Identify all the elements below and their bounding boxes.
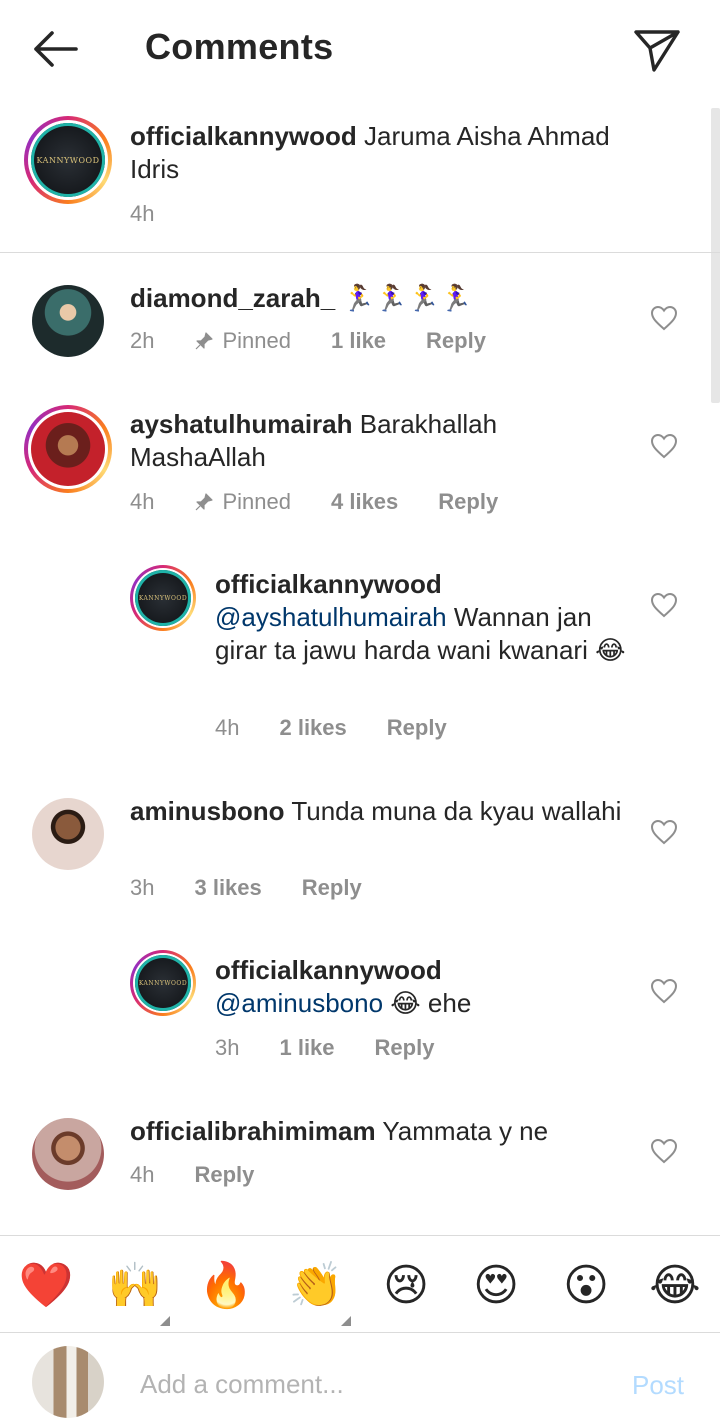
pin-icon — [196, 493, 214, 511]
reply-button[interactable]: Reply — [387, 715, 447, 741]
mention-link[interactable]: @aminusbono — [215, 988, 383, 1018]
heart-icon[interactable] — [650, 592, 678, 618]
mention-link[interactable]: @ayshatulhumairah — [215, 602, 447, 632]
timestamp: 4h — [215, 715, 240, 740]
likes-count[interactable]: 3 likes — [194, 875, 261, 901]
post-button[interactable]: Post — [632, 1370, 684, 1401]
current-user-avatar — [32, 1346, 104, 1418]
comment-body: 😂 ehe — [390, 988, 472, 1018]
username[interactable]: diamond_zarah_ — [130, 283, 335, 313]
pinned-label: Pinned — [194, 489, 291, 515]
avatar: KANNYWOOD — [31, 123, 105, 197]
fire-emoji-button[interactable]: 🔥 — [198, 1258, 254, 1314]
comment-body: 🏃‍♀️🏃‍♀️🏃‍♀️🏃‍♀️ — [342, 283, 472, 313]
username[interactable]: officialkannywood — [215, 568, 635, 601]
page-title: Comments — [145, 26, 334, 67]
avatar[interactable] — [32, 285, 104, 357]
reply-button[interactable]: Reply — [426, 328, 486, 354]
comment-item: officialibrahimimam Yammata y ne 4h Repl… — [0, 1090, 720, 1230]
username[interactable]: officialkannywood — [130, 121, 357, 151]
heart-emoji-button[interactable]: ❤️ — [18, 1258, 74, 1314]
likes-count[interactable]: 2 likes — [279, 715, 346, 741]
skin-tone-indicator — [341, 1316, 351, 1326]
comment-text: diamond_zarah_ 🏃‍♀️🏃‍♀️🏃‍♀️🏃‍♀️ — [130, 282, 630, 315]
story-ring[interactable]: KANNYWOOD — [24, 116, 112, 204]
likes-count[interactable]: 1 like — [279, 1035, 334, 1061]
raised-hands-emoji-button[interactable]: 🙌 — [107, 1258, 163, 1314]
kannywood-logo: KANNYWOOD — [36, 155, 100, 165]
clapping-emoji-button[interactable]: 👏 — [288, 1258, 344, 1314]
username[interactable]: ayshatulhumairah — [130, 409, 353, 439]
arrow-left-icon — [34, 31, 78, 67]
reply-button[interactable]: Reply — [375, 1035, 435, 1061]
username[interactable]: officialibrahimimam — [130, 1116, 376, 1146]
story-ring[interactable] — [24, 405, 112, 493]
reply-button[interactable]: Reply — [194, 1162, 254, 1188]
kannywood-logo: KANNYWOOD — [138, 594, 188, 602]
share-button[interactable] — [630, 24, 686, 76]
comment-item: ayshatulhumairah Barakhallah MashaAllah … — [0, 380, 720, 540]
reply-item: KANNYWOOD officialkannywood @ayshatulhum… — [0, 545, 720, 760]
reply-button[interactable]: Reply — [302, 875, 362, 901]
avatar — [31, 412, 105, 486]
likes-count[interactable]: 1 like — [331, 328, 386, 354]
avatar[interactable] — [32, 798, 104, 870]
caption-meta: 4h — [130, 201, 194, 227]
timestamp: 3h — [130, 875, 155, 900]
back-button[interactable] — [28, 26, 84, 72]
heart-icon[interactable] — [650, 978, 678, 1004]
comment-text: officialkannywood @aminusbono 😂 ehe — [215, 954, 635, 1020]
laughing-emoji-button[interactable]: 😂 — [647, 1258, 703, 1314]
heart-icon[interactable] — [650, 433, 678, 459]
comment-meta: 4h 2 likes Reply — [215, 715, 447, 741]
timestamp: 4h — [130, 489, 155, 514]
avatar: KANNYWOOD — [135, 955, 191, 1011]
comment-input[interactable] — [140, 1364, 600, 1404]
heart-icon[interactable] — [650, 305, 678, 331]
pin-icon — [196, 332, 214, 350]
pinned-label: Pinned — [194, 328, 291, 354]
timestamp: 3h — [215, 1035, 240, 1060]
comment-text: officialkannywood @ayshatulhumairah Wann… — [215, 568, 635, 667]
comment-text: officialibrahimimam Yammata y ne — [130, 1115, 630, 1148]
story-ring[interactable]: KANNYWOOD — [130, 950, 196, 1016]
heart-icon[interactable] — [650, 1138, 678, 1164]
username[interactable]: aminusbono — [130, 796, 285, 826]
post-caption: KANNYWOOD officialkannywood Jaruma Aisha… — [0, 98, 720, 253]
emoji-reaction-bar: ❤️ 🙌 🔥 👏 😢 😍 😮 😂 — [0, 1235, 720, 1333]
comment-body: Yammata y ne — [382, 1116, 549, 1146]
crying-emoji-button[interactable]: 😢 — [378, 1258, 434, 1314]
top-bar: Comments — [0, 0, 720, 98]
comment-meta: 3h 3 likes Reply — [130, 875, 362, 901]
comment-meta: 4h Pinned 4 likes Reply — [130, 489, 498, 515]
skin-tone-indicator — [160, 1316, 170, 1326]
timestamp: 4h — [130, 1162, 155, 1187]
surprised-emoji-button[interactable]: 😮 — [558, 1258, 614, 1314]
comment-body: Tunda muna da kyau wallahi — [291, 796, 622, 826]
timestamp: 2h — [130, 328, 155, 353]
comment-text: aminusbono Tunda muna da kyau wallahi — [130, 795, 630, 828]
story-ring[interactable]: KANNYWOOD — [130, 565, 196, 631]
comment-item: diamond_zarah_ 🏃‍♀️🏃‍♀️🏃‍♀️🏃‍♀️ 2h Pinne… — [0, 254, 720, 379]
heart-eyes-emoji-button[interactable]: 😍 — [468, 1258, 524, 1314]
timestamp: 4h — [130, 201, 155, 226]
avatar[interactable] — [32, 1118, 104, 1190]
paper-plane-icon — [634, 30, 680, 72]
username[interactable]: officialkannywood — [215, 954, 635, 987]
comment-meta: 4h Reply — [130, 1162, 254, 1188]
likes-count[interactable]: 4 likes — [331, 489, 398, 515]
avatar: KANNYWOOD — [135, 570, 191, 626]
comment-meta: 2h Pinned 1 like Reply — [130, 328, 486, 354]
comment-composer: Post — [0, 1334, 720, 1426]
comment-item: aminusbono Tunda muna da kyau wallahi 3h… — [0, 770, 720, 930]
reply-button[interactable]: Reply — [438, 489, 498, 515]
comment-text: ayshatulhumairah Barakhallah MashaAllah — [130, 408, 630, 474]
reply-item: KANNYWOOD officialkannywood @aminusbono … — [0, 930, 720, 1080]
kannywood-logo: KANNYWOOD — [138, 979, 188, 987]
comment-meta: 3h 1 like Reply — [215, 1035, 434, 1061]
heart-icon[interactable] — [650, 819, 678, 845]
caption-text: officialkannywood Jaruma Aisha Ahmad Idr… — [130, 120, 650, 186]
